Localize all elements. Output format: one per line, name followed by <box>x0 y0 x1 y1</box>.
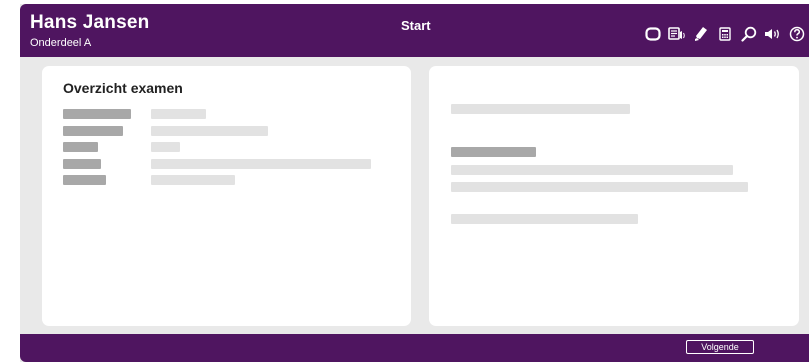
placeholder-value <box>151 175 235 185</box>
flag-icon[interactable] <box>641 24 665 44</box>
read-aloud-icon[interactable] <box>665 24 689 44</box>
placeholder-heading <box>451 147 536 157</box>
placeholder-line <box>451 182 748 192</box>
placeholder-label <box>63 159 101 169</box>
placeholder-value <box>151 109 206 119</box>
content-panel <box>429 66 799 326</box>
exam-overview-panel: Overzicht examen <box>42 66 411 326</box>
highlighter-icon[interactable] <box>689 24 713 44</box>
placeholder-label <box>63 142 98 152</box>
placeholder-line <box>451 104 630 114</box>
magnifier-icon[interactable] <box>737 24 761 44</box>
help-icon[interactable] <box>785 24 809 44</box>
placeholder-line <box>451 214 638 224</box>
next-button[interactable]: Volgende <box>686 340 754 354</box>
placeholder-label <box>63 109 131 119</box>
calculator-icon[interactable] <box>713 24 737 44</box>
footer-bar: Volgende <box>20 334 809 362</box>
section-name: Onderdeel A <box>30 37 92 49</box>
placeholder-label <box>63 175 106 185</box>
panel-title: Overzicht examen <box>63 80 183 96</box>
toolbar <box>641 24 809 44</box>
header-bar: Hans Jansen Onderdeel A Start <box>20 4 809 57</box>
volume-icon[interactable] <box>761 24 785 44</box>
placeholder-label <box>63 126 123 136</box>
placeholder-value <box>151 159 371 169</box>
user-name: Hans Jansen <box>30 12 150 33</box>
placeholder-line <box>451 165 733 175</box>
page-title: Start <box>401 18 431 33</box>
exam-app: Hans Jansen Onderdeel A Start Overzicht … <box>20 4 809 362</box>
placeholder-value <box>151 126 268 136</box>
placeholder-value <box>151 142 180 152</box>
